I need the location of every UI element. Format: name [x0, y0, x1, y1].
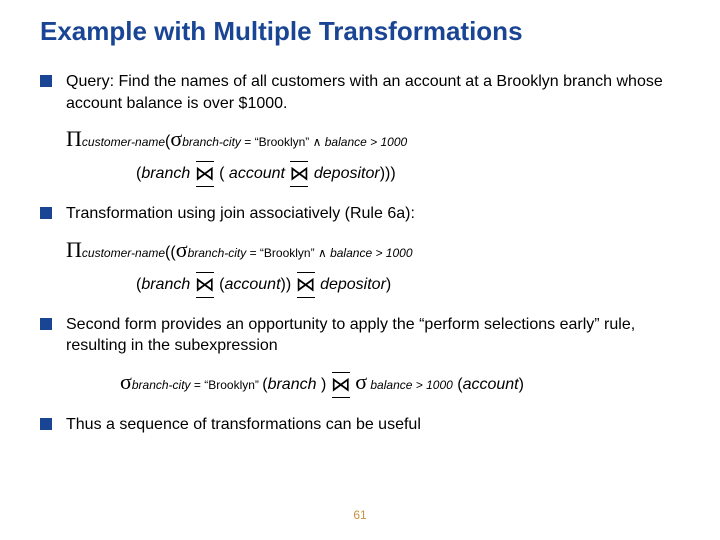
brooklyn-literal: = “Brooklyn”: [246, 246, 318, 260]
paren: ((: [165, 244, 176, 261]
sigma-icon: σ: [355, 369, 367, 394]
rel-depositor: depositor: [316, 276, 386, 293]
balance-cond: balance > 1000: [321, 135, 407, 149]
rel-branch: branch: [268, 376, 321, 393]
sigma-sub-bc: branch-city: [132, 378, 191, 392]
page-number: 61: [0, 508, 720, 522]
sigma-icon: σ: [120, 369, 132, 394]
paren: ): [321, 376, 326, 393]
and-icon: ∧: [318, 246, 327, 260]
paren: ): [286, 276, 291, 293]
slide-title: Example with Multiple Transformations: [40, 16, 680, 47]
bullet-text: Query: Find the names of all customers w…: [66, 71, 680, 114]
brooklyn-literal: = “Brooklyn”: [191, 378, 263, 392]
bullet-icon: [40, 318, 52, 330]
rel-branch: branch: [141, 276, 194, 293]
sigma-icon: σ: [176, 237, 188, 262]
sigma-icon: σ: [170, 126, 182, 151]
rel-depositor: depositor: [309, 165, 379, 182]
join-icon: ⋈: [195, 159, 215, 189]
bullet-query: Query: Find the names of all customers w…: [40, 71, 680, 114]
pi-icon: Π: [66, 126, 82, 151]
pi-icon: Π: [66, 237, 82, 262]
rel-account: account: [463, 376, 519, 393]
balance-cond: balance > 1000: [327, 246, 413, 260]
sigma-sub-bc: branch-city: [182, 135, 241, 149]
formula-rule6a: Πcustomer-name((σbranch-city = “Brooklyn…: [66, 233, 680, 300]
rel-account: account: [224, 165, 289, 182]
bullet-conclusion: Thus a sequence of transformations can b…: [40, 414, 680, 436]
rel-account: account: [224, 276, 280, 293]
bullet-icon: [40, 75, 52, 87]
paren: ): [390, 165, 395, 182]
bullet-text: Second form provides an opportunity to a…: [66, 314, 680, 357]
bullet-icon: [40, 418, 52, 430]
bullet-push-selection: Second form provides an opportunity to a…: [40, 314, 680, 357]
join-icon: ⋈: [296, 270, 316, 300]
sigma-sub-bc: branch-city: [188, 246, 247, 260]
paren: ): [519, 376, 524, 393]
brooklyn-literal: = “Brooklyn”: [241, 135, 313, 149]
pi-subscript: customer-name: [82, 135, 165, 149]
join-icon: ⋈: [289, 159, 309, 189]
formula-initial: Πcustomer-name(σbranch-city = “Brooklyn”…: [66, 122, 680, 189]
join-icon: ⋈: [195, 270, 215, 300]
bullet-icon: [40, 207, 52, 219]
pi-subscript: customer-name: [82, 246, 165, 260]
paren: ): [386, 276, 391, 293]
formula-pushed: σbranch-city = “Brooklyn” (branch ) ⋈ σ …: [120, 365, 680, 400]
rel-branch: branch: [141, 165, 194, 182]
bullet-text: Transformation using join associatively …: [66, 203, 680, 225]
join-icon: ⋈: [331, 370, 351, 400]
balance-cond: balance > 1000: [367, 378, 453, 392]
bullet-text: Thus a sequence of transformations can b…: [66, 414, 680, 436]
bullet-rule6a: Transformation using join associatively …: [40, 203, 680, 225]
